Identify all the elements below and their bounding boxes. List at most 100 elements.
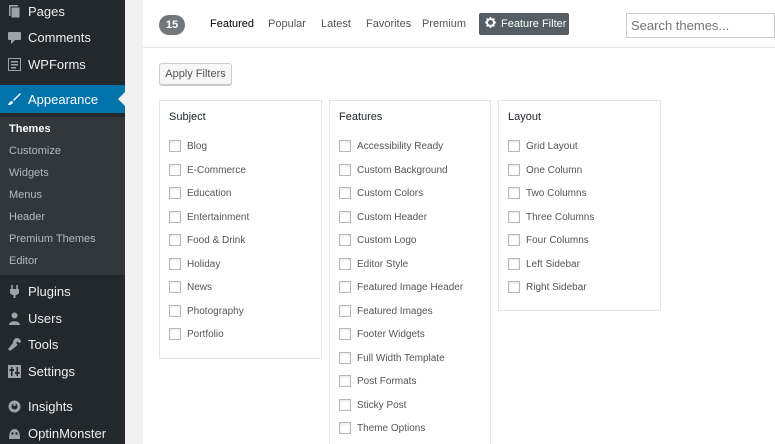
filter-option[interactable]: Accessibility Ready: [339, 139, 443, 153]
menu-item-wpforms[interactable]: WPForms: [0, 51, 125, 77]
filter-option[interactable]: One Column: [508, 163, 582, 177]
menu-label: Users: [28, 310, 62, 326]
appearance-submenu: Themes Customize Widgets Menus Header Pr…: [0, 117, 125, 275]
filter-option[interactable]: Education: [169, 186, 231, 200]
filter-option[interactable]: Grid Layout: [508, 139, 578, 153]
admin-sidebar: Pages Comments WPForms Appearance Themes…: [0, 0, 125, 444]
checkbox[interactable]: [339, 328, 351, 340]
menu-label: Appearance: [28, 91, 99, 107]
submenu-editor[interactable]: Editor: [9, 255, 38, 267]
gear-icon: [485, 17, 496, 31]
wpforms-icon: [7, 57, 21, 71]
menu-item-settings[interactable]: Settings: [0, 358, 125, 384]
filter-option[interactable]: Full Width Template: [339, 351, 445, 365]
filter-option[interactable]: Four Columns: [508, 233, 589, 247]
filter-option[interactable]: Right Sidebar: [508, 280, 587, 294]
submenu-customize[interactable]: Customize: [9, 145, 61, 157]
checkbox[interactable]: [339, 234, 351, 246]
filter-option[interactable]: Footer Widgets: [339, 327, 425, 341]
tab-popular[interactable]: Popular: [268, 18, 306, 30]
checkbox[interactable]: [508, 234, 520, 246]
paintbrush-icon: [7, 92, 21, 106]
checkbox[interactable]: [169, 211, 181, 223]
tab-premium[interactable]: Premium: [422, 18, 466, 30]
checkbox[interactable]: [169, 258, 181, 270]
checkbox[interactable]: [339, 281, 351, 293]
checkbox[interactable]: [169, 328, 181, 340]
tab-favorites[interactable]: Favorites: [366, 18, 411, 30]
filter-option[interactable]: Photography: [169, 304, 244, 318]
checkbox[interactable]: [508, 211, 520, 223]
checkbox[interactable]: [339, 399, 351, 411]
menu-item-comments[interactable]: Comments: [0, 24, 125, 50]
filter-option[interactable]: Featured Image Header: [339, 280, 463, 294]
checkbox[interactable]: [169, 140, 181, 152]
menu-item-insights[interactable]: Insights: [0, 393, 125, 419]
checkbox[interactable]: [508, 258, 520, 270]
filter-option[interactable]: Custom Background: [339, 163, 448, 177]
submenu-menus[interactable]: Menus: [9, 189, 42, 201]
filter-option[interactable]: Three Columns: [508, 210, 594, 224]
checkbox[interactable]: [339, 422, 351, 434]
search-themes-input[interactable]: [626, 13, 775, 38]
tab-latest[interactable]: Latest: [321, 18, 351, 30]
filter-option[interactable]: Custom Header: [339, 210, 427, 224]
pages-icon: [7, 4, 21, 18]
checkbox[interactable]: [508, 164, 520, 176]
menu-label: Settings: [28, 363, 75, 379]
submenu-themes[interactable]: Themes: [9, 123, 51, 135]
filter-option[interactable]: Theme Options: [339, 421, 425, 435]
menu-item-tools[interactable]: Tools: [0, 331, 125, 357]
checkbox[interactable]: [339, 352, 351, 364]
filter-group-title: Subject: [169, 111, 206, 123]
submenu-widgets[interactable]: Widgets: [9, 167, 49, 179]
filter-option[interactable]: Custom Colors: [339, 186, 423, 200]
menu-item-appearance[interactable]: Appearance: [0, 85, 125, 113]
menu-item-pages[interactable]: Pages: [0, 0, 125, 24]
checkbox[interactable]: [169, 187, 181, 199]
plug-icon: [7, 284, 21, 298]
menu-item-optinmonster[interactable]: OptinMonster: [0, 420, 125, 444]
checkbox[interactable]: [169, 281, 181, 293]
filter-option[interactable]: Blog: [169, 139, 207, 153]
filter-option[interactable]: Left Sidebar: [508, 257, 580, 271]
checkbox[interactable]: [339, 164, 351, 176]
checkbox[interactable]: [169, 305, 181, 317]
checkbox[interactable]: [339, 305, 351, 317]
checkbox[interactable]: [339, 211, 351, 223]
filter-option[interactable]: News: [169, 280, 212, 294]
checkbox[interactable]: [508, 187, 520, 199]
checkbox[interactable]: [169, 234, 181, 246]
checkbox[interactable]: [339, 258, 351, 270]
checkbox[interactable]: [508, 140, 520, 152]
filter-option[interactable]: Custom Logo: [339, 233, 416, 247]
filter-option[interactable]: Editor Style: [339, 257, 408, 271]
optinmonster-icon: [7, 426, 21, 440]
menu-item-users[interactable]: Users: [0, 305, 125, 331]
theme-filter-bar: 15 Featured Popular Latest Favorites Pre…: [143, 0, 775, 48]
filter-group-subject: Subject Blog E-Commerce Education Entert…: [159, 100, 322, 359]
menu-label: WPForms: [28, 56, 86, 72]
checkbox[interactable]: [339, 375, 351, 387]
filter-option[interactable]: Holiday: [169, 257, 220, 271]
filter-option[interactable]: Featured Images: [339, 304, 433, 318]
filter-option[interactable]: Post Formats: [339, 374, 416, 388]
filter-option[interactable]: Food & Drink: [169, 233, 245, 247]
tab-featured[interactable]: Featured: [210, 18, 254, 30]
filter-option[interactable]: E-Commerce: [169, 163, 246, 177]
menu-item-plugins[interactable]: Plugins: [0, 278, 125, 304]
checkbox[interactable]: [339, 187, 351, 199]
apply-filters-button[interactable]: Apply Filters: [159, 63, 232, 85]
checkbox[interactable]: [169, 164, 181, 176]
checkbox[interactable]: [508, 281, 520, 293]
filter-group-layout: Layout Grid Layout One Column Two Column…: [498, 100, 661, 311]
menu-label: Pages: [28, 3, 65, 19]
checkbox[interactable]: [339, 140, 351, 152]
filter-option[interactable]: Portfolio: [169, 327, 224, 341]
submenu-header[interactable]: Header: [9, 211, 45, 223]
submenu-premium-themes[interactable]: Premium Themes: [9, 233, 96, 245]
filter-option[interactable]: Entertainment: [169, 210, 249, 224]
filter-option[interactable]: Sticky Post: [339, 398, 406, 412]
filter-option[interactable]: Two Columns: [508, 186, 587, 200]
feature-filter-button[interactable]: Feature Filter: [479, 13, 569, 35]
